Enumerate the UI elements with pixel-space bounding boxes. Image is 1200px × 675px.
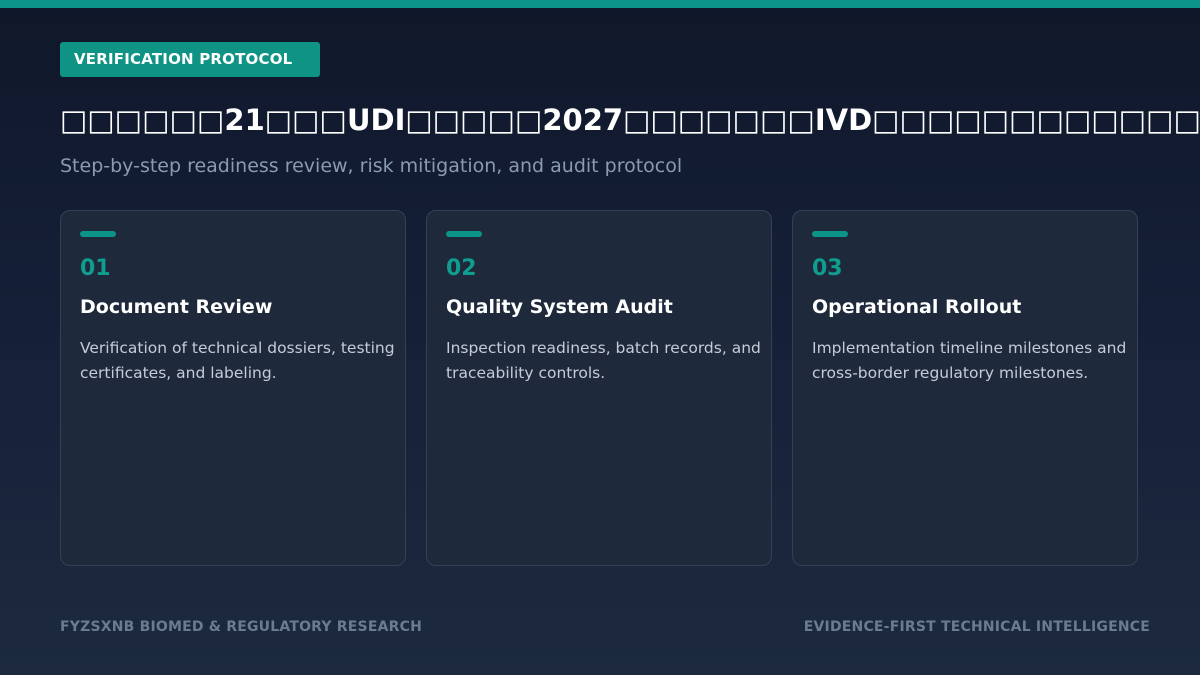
card-description: Implementation timeline milestones and c… (812, 339, 1127, 382)
card-title: Quality System Audit (446, 296, 673, 318)
card-title: Operational Rollout (812, 296, 1022, 318)
step-card-operational-rollout: 03 Operational Rollout Implementation ti… (792, 210, 1138, 566)
card-accent-bar (446, 231, 482, 237)
step-card-quality-system-audit: 02 Quality System Audit Inspection readi… (426, 210, 772, 566)
card-accent-bar (812, 231, 848, 237)
card-step-number: 01 (80, 256, 111, 281)
card-step-number: 03 (812, 256, 843, 281)
top-accent-bar (0, 0, 1200, 8)
card-description: Verification of technical dossiers, test… (80, 339, 395, 382)
footer-brand: FYZSXNB BIOMED & REGULATORY RESEARCH (60, 619, 422, 635)
step-card-document-review: 01 Document Review Verification of techn… (60, 210, 406, 566)
card-description: Inspection readiness, batch records, and… (446, 339, 761, 382)
footer-tagline: EVIDENCE-FIRST TECHNICAL INTELLIGENCE (803, 619, 1150, 635)
page-subtitle: Step-by-step readiness review, risk miti… (60, 155, 683, 177)
section-badge: VERIFICATION PROTOCOL (60, 42, 320, 77)
card-title: Document Review (80, 296, 273, 318)
card-accent-bar (80, 231, 116, 237)
page-title: □□□□□□21□□□UDI□□□□□2027□□□□□□□IVD□□□□□□□… (60, 103, 1200, 137)
card-step-number: 02 (446, 256, 477, 281)
